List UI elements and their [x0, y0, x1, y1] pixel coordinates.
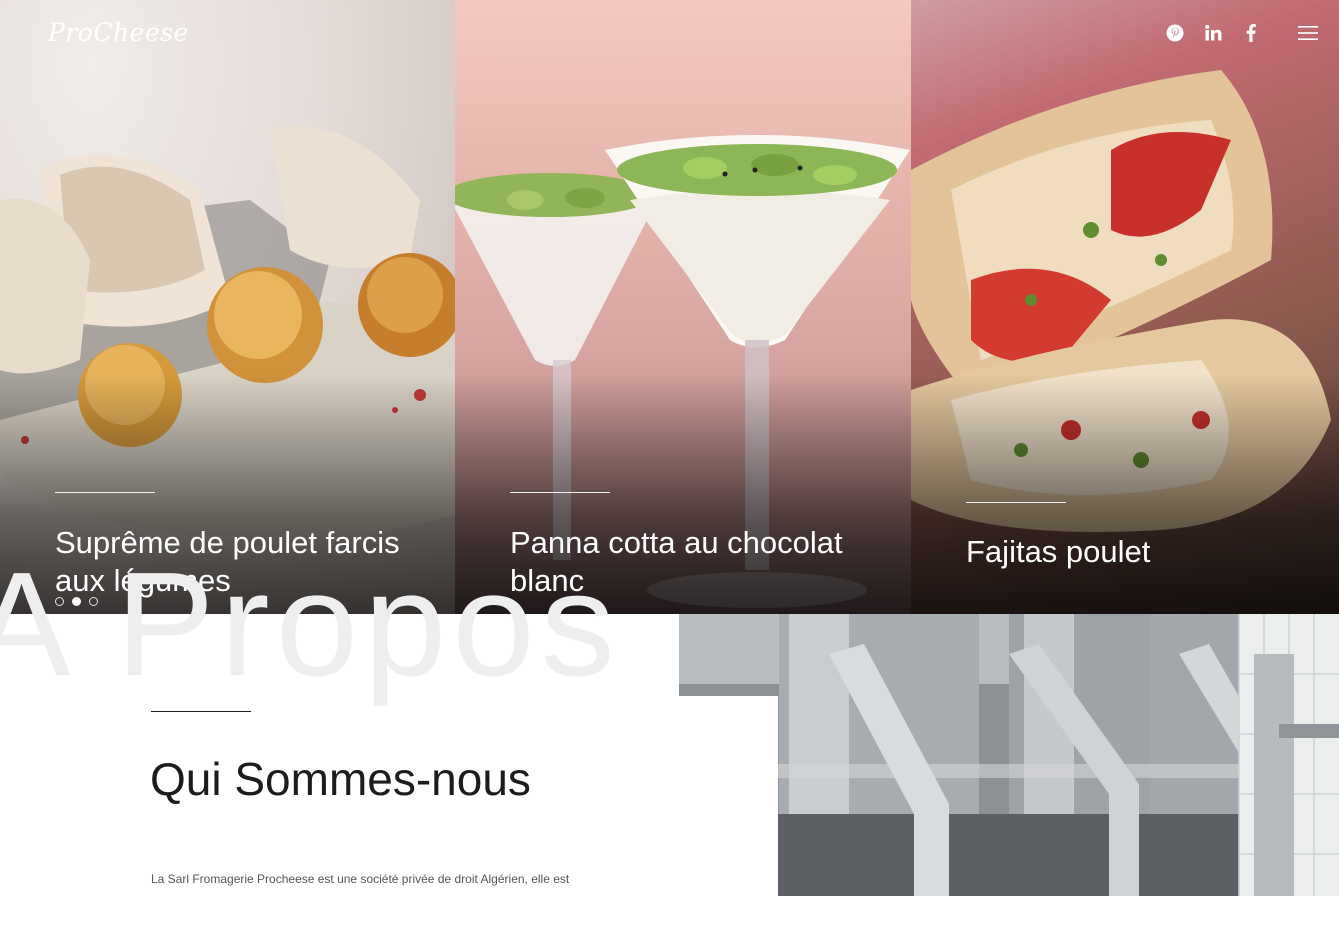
pinterest-icon[interactable] [1165, 22, 1185, 44]
slide-2-divider [510, 492, 610, 493]
about-title: Qui Sommes-nous [150, 753, 531, 805]
slider-pagination [55, 597, 98, 606]
slide-panna-cotta[interactable]: Panna cotta au chocolat blanc [455, 0, 911, 614]
slide-1-divider [55, 492, 155, 493]
slide-3-divider [966, 502, 1066, 503]
header-social-links [1165, 22, 1319, 44]
hero-slider[interactable]: Suprême de poulet farcis aux légumes Pan [0, 0, 1339, 614]
ghost-heading: A Propos [0, 542, 621, 707]
hamburger-menu-icon[interactable] [1297, 22, 1319, 44]
about-divider [151, 711, 251, 712]
slider-dot-3[interactable] [89, 597, 98, 606]
slide-fajitas[interactable]: Fajitas poulet [911, 0, 1339, 614]
slide-supreme-poulet[interactable]: Suprême de poulet farcis aux légumes [0, 0, 455, 614]
slide-3-shade [911, 374, 1339, 614]
slide-3-caption[interactable]: Fajitas poulet [966, 533, 1326, 571]
facebook-icon[interactable] [1241, 22, 1261, 44]
factory-photo-offset-mask [679, 696, 778, 896]
slider-dot-2[interactable] [72, 597, 81, 606]
factory-photo [679, 614, 1339, 896]
site-logo[interactable]: ProCheese [48, 18, 189, 47]
about-intro-text: La Sarl Fromagerie Procheese est une soc… [151, 872, 570, 886]
slider-dot-1[interactable] [55, 597, 64, 606]
linkedin-icon[interactable] [1203, 22, 1223, 44]
